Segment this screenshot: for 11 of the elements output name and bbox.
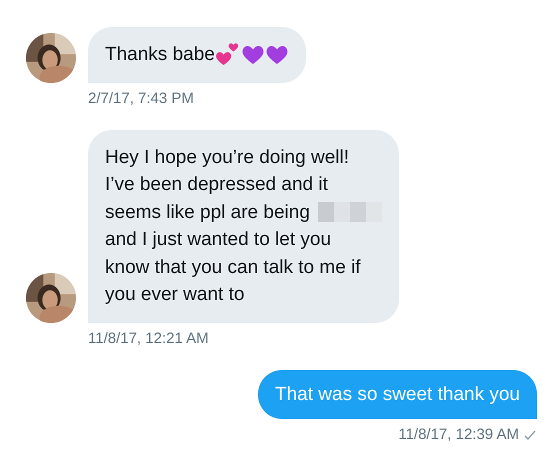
message-text: know that you can talk to me if <box>105 256 361 280</box>
timestamp: 11/8/17, 12:21 AM <box>88 330 209 348</box>
timestamp: 11/8/17, 12:39 AM <box>398 426 519 444</box>
message-text: seems like ppl are being <box>105 200 310 224</box>
message-text: and I just wanted to let you <box>105 228 332 252</box>
message-text: Thanks babe <box>105 43 215 67</box>
message-text: Hey I hope you’re doing well! <box>105 146 349 170</box>
message-text: That was so sweet thank you <box>274 382 520 406</box>
timestamp: 2/7/17, 7:43 PM <box>88 90 194 108</box>
message-text: you ever want to <box>105 283 244 307</box>
message-text: I’ve been depressed and it <box>105 173 328 197</box>
